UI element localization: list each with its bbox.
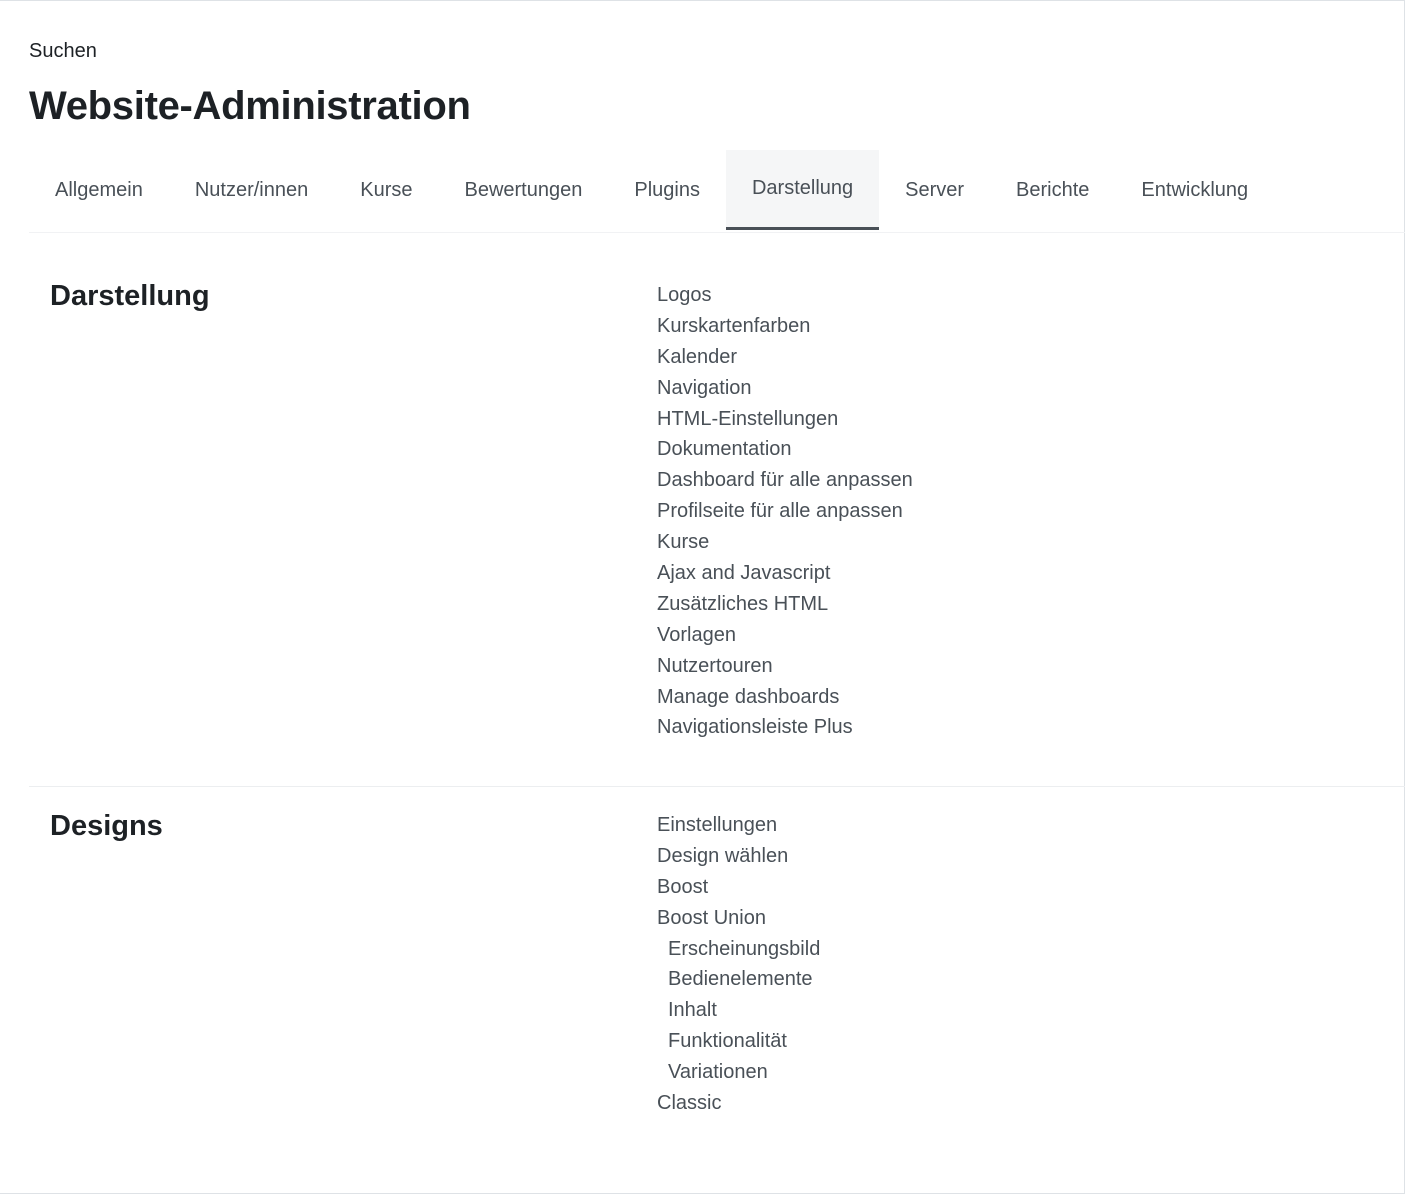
link-kalender[interactable]: Kalender: [657, 342, 913, 373]
link-boost-union[interactable]: Boost Union: [657, 903, 820, 934]
link-boost[interactable]: Boost: [657, 872, 820, 903]
link-bedienelemente[interactable]: Bedienelemente: [657, 964, 820, 995]
tab-entwicklung[interactable]: Entwicklung: [1115, 150, 1274, 230]
tab-allgemein[interactable]: Allgemein: [29, 150, 169, 230]
link-navigationsleiste-plus[interactable]: Navigationsleiste Plus: [657, 712, 913, 743]
tab-server[interactable]: Server: [879, 150, 990, 230]
link-inhalt[interactable]: Inhalt: [657, 995, 820, 1026]
designs-link-list: Einstellungen Design wählen Boost Boost …: [657, 810, 820, 1119]
section-title-designs: Designs: [50, 810, 163, 842]
link-erscheinungsbild[interactable]: Erscheinungsbild: [657, 934, 820, 965]
admin-tabs: Allgemein Nutzer/innen Kurse Bewertungen…: [29, 150, 1405, 233]
page-title: Website-Administration: [29, 84, 471, 128]
tab-plugins[interactable]: Plugins: [608, 150, 726, 230]
tab-bewertungen[interactable]: Bewertungen: [438, 150, 608, 230]
link-kurskartenfarben[interactable]: Kurskartenfarben: [657, 311, 913, 342]
tab-nutzer-innen[interactable]: Nutzer/innen: [169, 150, 334, 230]
link-design-waehlen[interactable]: Design wählen: [657, 841, 820, 872]
link-einstellungen[interactable]: Einstellungen: [657, 810, 820, 841]
tab-berichte[interactable]: Berichte: [990, 150, 1115, 230]
link-dokumentation[interactable]: Dokumentation: [657, 434, 913, 465]
search-link[interactable]: Suchen: [29, 40, 97, 63]
link-funktionalitaet[interactable]: Funktionalität: [657, 1026, 820, 1057]
link-ajax-javascript[interactable]: Ajax and Javascript: [657, 558, 913, 589]
link-html-einstellungen[interactable]: HTML-Einstellungen: [657, 404, 913, 435]
link-classic[interactable]: Classic: [657, 1088, 820, 1119]
section-title-darstellung: Darstellung: [50, 280, 210, 312]
link-profilseite-anpassen[interactable]: Profilseite für alle anpassen: [657, 496, 913, 527]
tab-kurse[interactable]: Kurse: [334, 150, 438, 230]
link-kurse[interactable]: Kurse: [657, 527, 913, 558]
link-navigation[interactable]: Navigation: [657, 373, 913, 404]
tab-darstellung[interactable]: Darstellung: [725, 150, 880, 230]
darstellung-link-list: Logos Kurskartenfarben Kalender Navigati…: [657, 280, 913, 743]
link-vorlagen[interactable]: Vorlagen: [657, 620, 913, 651]
link-nutzertouren[interactable]: Nutzertouren: [657, 651, 913, 682]
section-divider: [29, 786, 1405, 787]
link-variationen[interactable]: Variationen: [657, 1057, 820, 1088]
link-dashboard-anpassen[interactable]: Dashboard für alle anpassen: [657, 465, 913, 496]
link-zusaetzliches-html[interactable]: Zusätzliches HTML: [657, 589, 913, 620]
link-logos[interactable]: Logos: [657, 280, 913, 311]
link-manage-dashboards[interactable]: Manage dashboards: [657, 682, 913, 713]
